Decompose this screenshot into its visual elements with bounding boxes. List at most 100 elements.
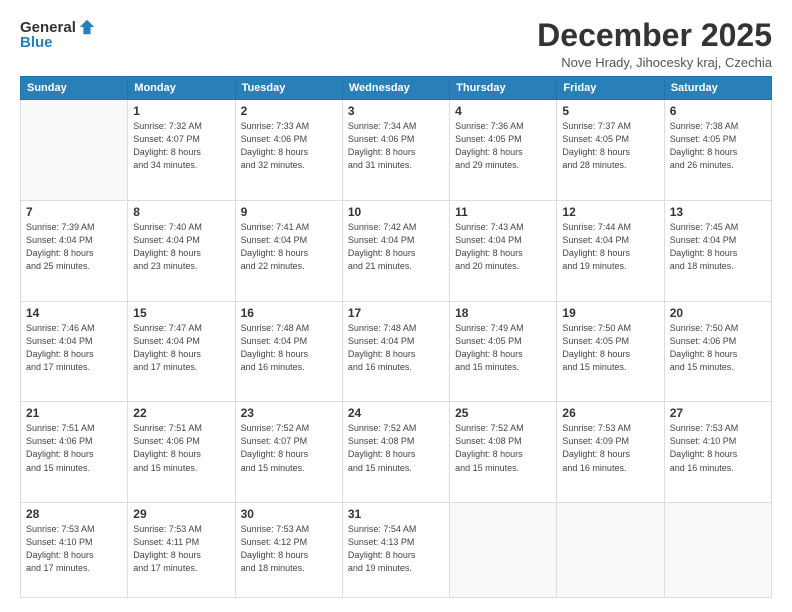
- calendar-day-header: Thursday: [450, 77, 557, 100]
- day-number: 9: [241, 205, 337, 219]
- day-number: 6: [670, 104, 766, 118]
- day-number: 27: [670, 406, 766, 420]
- day-number: 30: [241, 507, 337, 521]
- calendar-cell: 24Sunrise: 7:52 AM Sunset: 4:08 PM Dayli…: [342, 402, 449, 503]
- day-info: Sunrise: 7:36 AM Sunset: 4:05 PM Dayligh…: [455, 120, 551, 172]
- calendar-cell: 14 Sunrise: 7:46 AM Sunset: 4:04 PM Dayli…: [21, 301, 128, 402]
- day-number: 2: [241, 104, 337, 118]
- page: General Blue December 2025 Nove Hrady, J…: [0, 0, 792, 612]
- day-info: Sunrise: 7:50 AM Sunset: 4:06 PM Dayligh…: [670, 322, 766, 374]
- day-info: Sunrise: 7:51 AM Sunset: 4:06 PM Dayligh…: [133, 422, 229, 474]
- day-number: 25: [455, 406, 551, 420]
- calendar-week-row: 28 Sunrise: 7:53 AM Sunset: 4:10 PM Dayli…: [21, 503, 772, 598]
- calendar: SundayMondayTuesdayWednesdayThursdayFrid…: [20, 76, 772, 598]
- day-number: 1: [133, 104, 229, 118]
- calendar-cell: 9Sunrise: 7:41 AM Sunset: 4:04 PM Daylig…: [235, 200, 342, 301]
- day-info: Sunrise: 7:53 AM Sunset: 4:09 PM Dayligh…: [562, 422, 658, 474]
- calendar-cell: 20 Sunrise: 7:50 AM Sunset: 4:06 PM Dayli…: [664, 301, 771, 402]
- calendar-cell: [664, 503, 771, 598]
- day-number: 23: [241, 406, 337, 420]
- day-info: Sunrise: 7:37 AM Sunset: 4:05 PM Dayligh…: [562, 120, 658, 172]
- calendar-day-header: Tuesday: [235, 77, 342, 100]
- calendar-cell: 29Sunrise: 7:53 AM Sunset: 4:11 PM Dayli…: [128, 503, 235, 598]
- calendar-cell: 17 Sunrise: 7:48 AM Sunset: 4:04 PM Dayli…: [342, 301, 449, 402]
- day-number: 18: [455, 306, 551, 320]
- day-info: Sunrise: 7:43 AM Sunset: 4:04 PM Dayligh…: [455, 221, 551, 273]
- title-area: December 2025 Nove Hrady, Jihocesky kraj…: [537, 18, 772, 70]
- calendar-cell: 3 Sunrise: 7:34 AM Sunset: 4:06 PM Daylig…: [342, 100, 449, 201]
- day-number: 10: [348, 205, 444, 219]
- day-number: 28: [26, 507, 122, 521]
- day-info: Sunrise: 7:45 AM Sunset: 4:04 PM Dayligh…: [670, 221, 766, 273]
- day-info: Sunrise: 7:53 AM Sunset: 4:10 PM Dayligh…: [670, 422, 766, 474]
- calendar-cell: 18 Sunrise: 7:49 AM Sunset: 4:05 PM Dayli…: [450, 301, 557, 402]
- calendar-cell: [450, 503, 557, 598]
- day-info: Sunrise: 7:39 AM Sunset: 4:04 PM Dayligh…: [26, 221, 122, 273]
- day-number: 19: [562, 306, 658, 320]
- day-info: Sunrise: 7:53 AM Sunset: 4:10 PM Dayligh…: [26, 523, 122, 575]
- calendar-cell: 7 Sunrise: 7:39 AM Sunset: 4:04 PM Daylig…: [21, 200, 128, 301]
- location: Nove Hrady, Jihocesky kraj, Czechia: [537, 55, 772, 70]
- calendar-day-header: Friday: [557, 77, 664, 100]
- day-info: Sunrise: 7:38 AM Sunset: 4:05 PM Dayligh…: [670, 120, 766, 172]
- day-info: Sunrise: 7:53 AM Sunset: 4:11 PM Dayligh…: [133, 523, 229, 575]
- day-info: Sunrise: 7:50 AM Sunset: 4:05 PM Dayligh…: [562, 322, 658, 374]
- calendar-cell: 16 Sunrise: 7:48 AM Sunset: 4:04 PM Dayli…: [235, 301, 342, 402]
- calendar-cell: 15Sunrise: 7:47 AM Sunset: 4:04 PM Dayli…: [128, 301, 235, 402]
- calendar-cell: 27 Sunrise: 7:53 AM Sunset: 4:10 PM Dayli…: [664, 402, 771, 503]
- day-info: Sunrise: 7:46 AM Sunset: 4:04 PM Dayligh…: [26, 322, 122, 374]
- day-info: Sunrise: 7:32 AM Sunset: 4:07 PM Dayligh…: [133, 120, 229, 172]
- calendar-day-header: Wednesday: [342, 77, 449, 100]
- calendar-cell: 11 Sunrise: 7:43 AM Sunset: 4:04 PM Dayli…: [450, 200, 557, 301]
- calendar-cell: 21Sunrise: 7:51 AM Sunset: 4:06 PM Dayli…: [21, 402, 128, 503]
- calendar-week-row: 1 Sunrise: 7:32 AM Sunset: 4:07 PM Daylig…: [21, 100, 772, 201]
- calendar-cell: [21, 100, 128, 201]
- day-info: Sunrise: 7:52 AM Sunset: 4:08 PM Dayligh…: [348, 422, 444, 474]
- logo: General Blue: [20, 18, 96, 51]
- day-info: Sunrise: 7:34 AM Sunset: 4:06 PM Dayligh…: [348, 120, 444, 172]
- calendar-cell: 19 Sunrise: 7:50 AM Sunset: 4:05 PM Dayli…: [557, 301, 664, 402]
- calendar-week-row: 14 Sunrise: 7:46 AM Sunset: 4:04 PM Dayli…: [21, 301, 772, 402]
- day-info: Sunrise: 7:49 AM Sunset: 4:05 PM Dayligh…: [455, 322, 551, 374]
- day-number: 14: [26, 306, 122, 320]
- calendar-cell: 28 Sunrise: 7:53 AM Sunset: 4:10 PM Dayli…: [21, 503, 128, 598]
- day-info: Sunrise: 7:52 AM Sunset: 4:07 PM Dayligh…: [241, 422, 337, 474]
- day-number: 12: [562, 205, 658, 219]
- calendar-day-header: Monday: [128, 77, 235, 100]
- calendar-cell: [557, 503, 664, 598]
- calendar-cell: 31Sunrise: 7:54 AM Sunset: 4:13 PM Dayli…: [342, 503, 449, 598]
- day-number: 31: [348, 507, 444, 521]
- day-info: Sunrise: 7:33 AM Sunset: 4:06 PM Dayligh…: [241, 120, 337, 172]
- calendar-cell: 6 Sunrise: 7:38 AM Sunset: 4:05 PM Daylig…: [664, 100, 771, 201]
- day-number: 4: [455, 104, 551, 118]
- calendar-cell: 5Sunrise: 7:37 AM Sunset: 4:05 PM Daylig…: [557, 100, 664, 201]
- day-number: 16: [241, 306, 337, 320]
- day-info: Sunrise: 7:48 AM Sunset: 4:04 PM Dayligh…: [241, 322, 337, 374]
- day-number: 17: [348, 306, 444, 320]
- day-info: Sunrise: 7:44 AM Sunset: 4:04 PM Dayligh…: [562, 221, 658, 273]
- header: General Blue December 2025 Nove Hrady, J…: [20, 18, 772, 70]
- calendar-cell: 23 Sunrise: 7:52 AM Sunset: 4:07 PM Dayli…: [235, 402, 342, 503]
- day-number: 13: [670, 205, 766, 219]
- day-number: 3: [348, 104, 444, 118]
- calendar-cell: 22 Sunrise: 7:51 AM Sunset: 4:06 PM Dayli…: [128, 402, 235, 503]
- day-info: Sunrise: 7:48 AM Sunset: 4:04 PM Dayligh…: [348, 322, 444, 374]
- calendar-week-row: 7 Sunrise: 7:39 AM Sunset: 4:04 PM Daylig…: [21, 200, 772, 301]
- day-number: 7: [26, 205, 122, 219]
- day-number: 26: [562, 406, 658, 420]
- logo-icon: [78, 18, 96, 36]
- day-info: Sunrise: 7:52 AM Sunset: 4:08 PM Dayligh…: [455, 422, 551, 474]
- day-info: Sunrise: 7:47 AM Sunset: 4:04 PM Dayligh…: [133, 322, 229, 374]
- calendar-week-row: 21Sunrise: 7:51 AM Sunset: 4:06 PM Dayli…: [21, 402, 772, 503]
- day-info: Sunrise: 7:42 AM Sunset: 4:04 PM Dayligh…: [348, 221, 444, 273]
- calendar-cell: 12 Sunrise: 7:44 AM Sunset: 4:04 PM Dayli…: [557, 200, 664, 301]
- day-number: 11: [455, 205, 551, 219]
- calendar-day-header: Saturday: [664, 77, 771, 100]
- day-number: 20: [670, 306, 766, 320]
- calendar-cell: 10 Sunrise: 7:42 AM Sunset: 4:04 PM Dayli…: [342, 200, 449, 301]
- logo-general: General: [20, 19, 76, 36]
- day-info: Sunrise: 7:53 AM Sunset: 4:12 PM Dayligh…: [241, 523, 337, 575]
- calendar-cell: 4 Sunrise: 7:36 AM Sunset: 4:05 PM Daylig…: [450, 100, 557, 201]
- day-number: 22: [133, 406, 229, 420]
- calendar-cell: 25 Sunrise: 7:52 AM Sunset: 4:08 PM Dayli…: [450, 402, 557, 503]
